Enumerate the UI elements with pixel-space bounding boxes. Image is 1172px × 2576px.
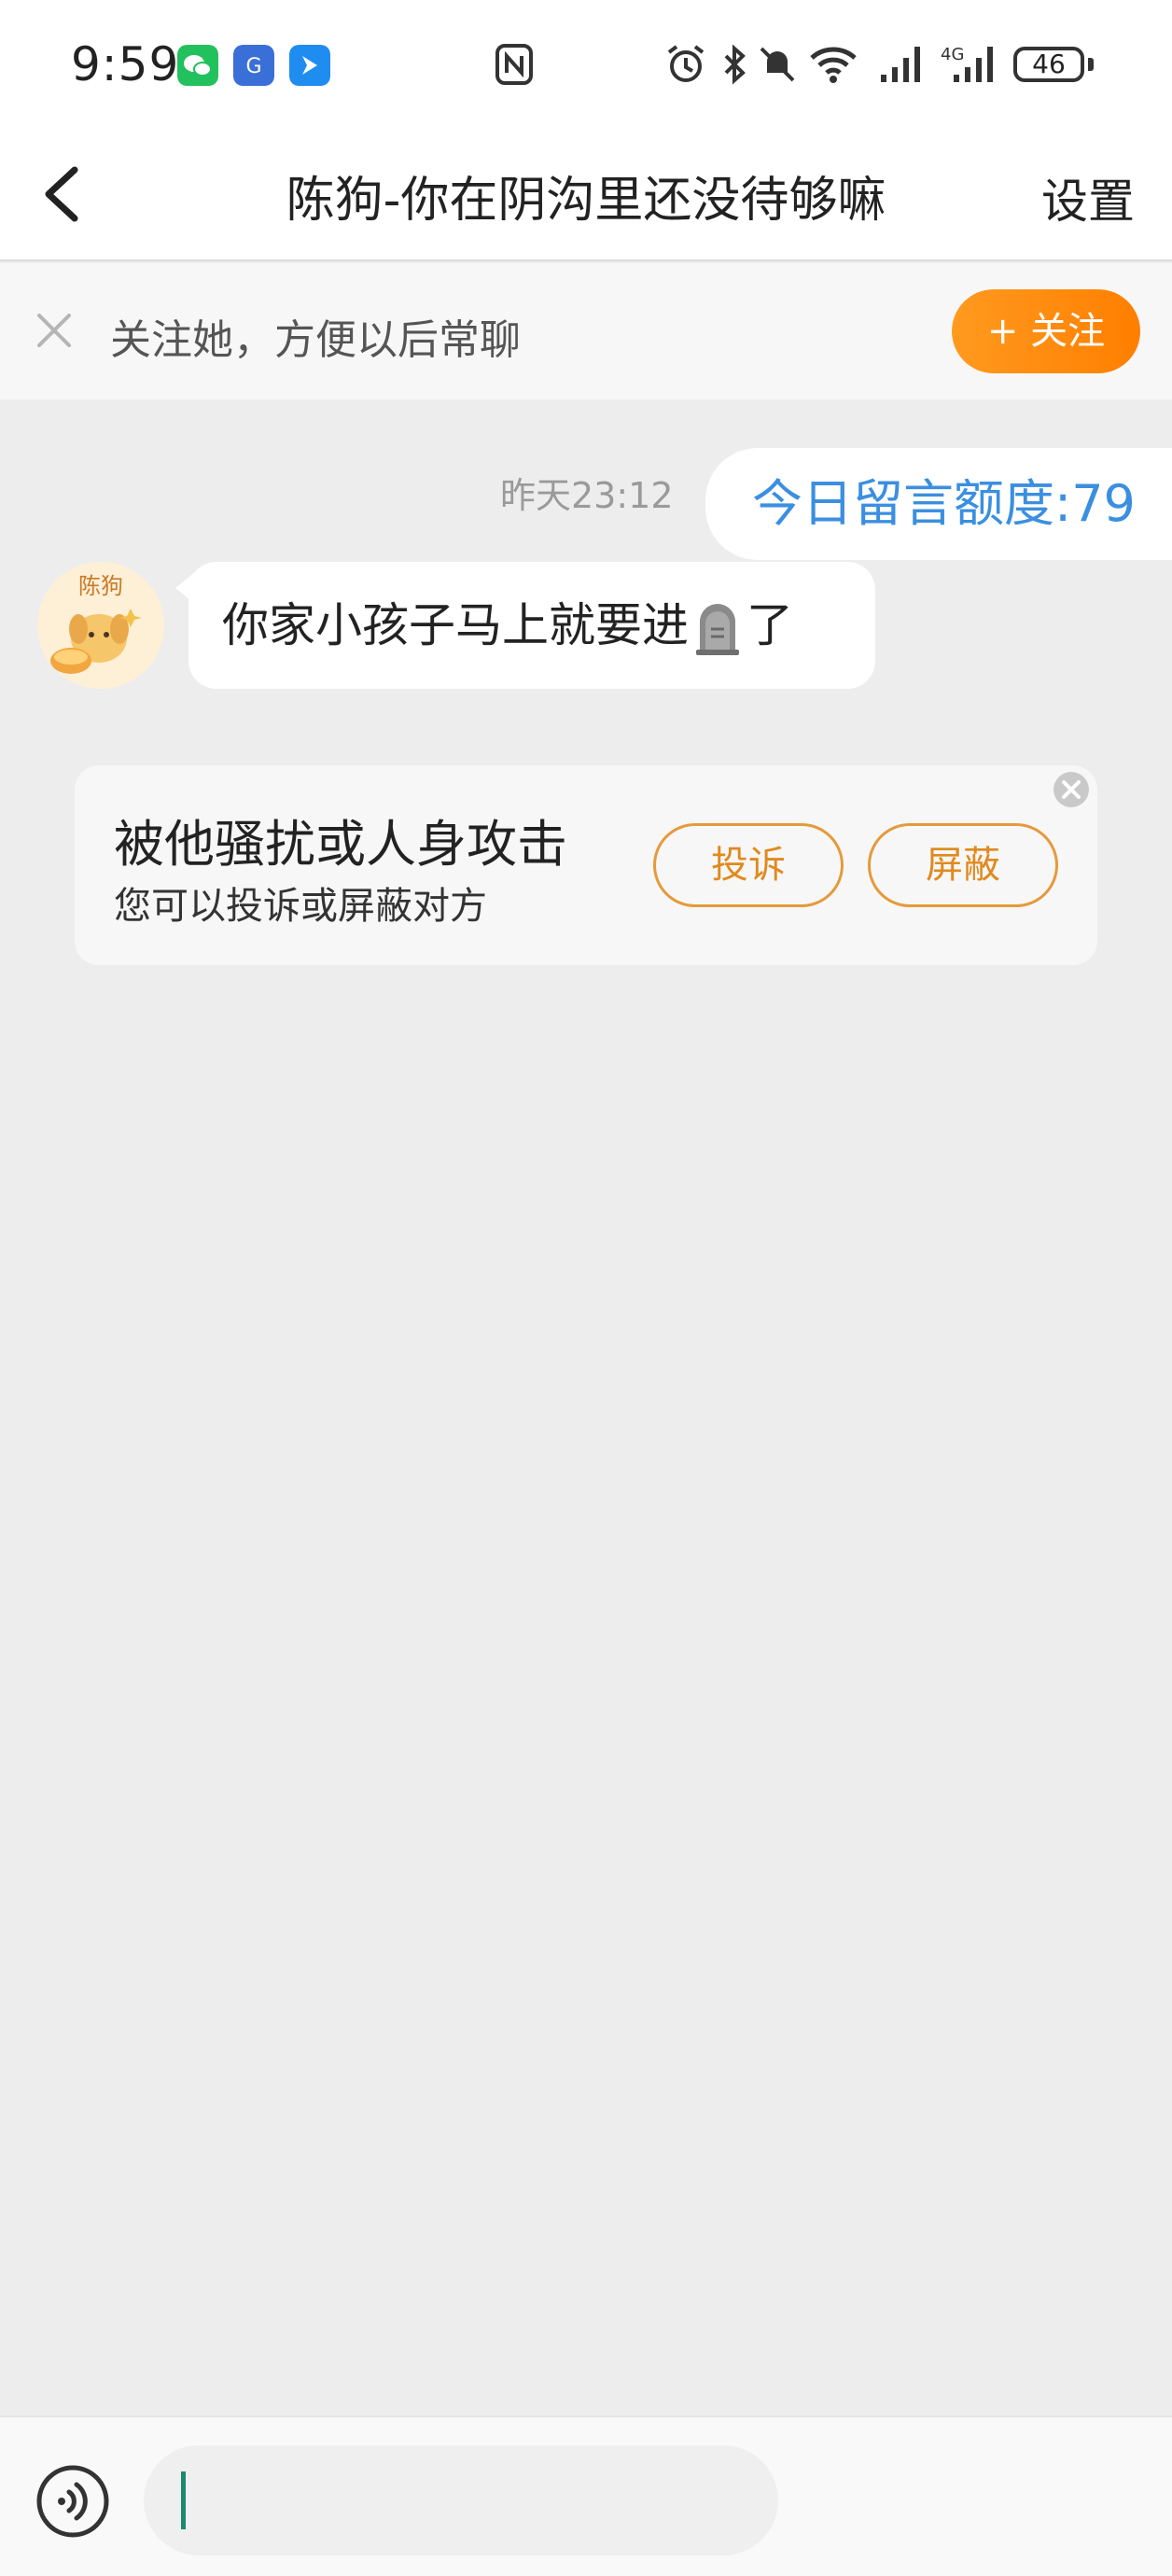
settings-button[interactable]: 设置	[1041, 164, 1135, 231]
messenger-icon	[289, 45, 330, 86]
status-bar: 9:59 G 4G 46	[0, 0, 1172, 133]
follow-button[interactable]: + 关注	[952, 289, 1140, 373]
page-title: 陈狗-你在阴沟里还没待够嘛	[286, 173, 886, 229]
chat-header: 陈狗-你在阴沟里还没待够嘛 设置	[0, 133, 1172, 261]
follow-hint-text: 关注她，方便以后常聊	[110, 316, 521, 364]
alarm-icon	[667, 45, 705, 82]
battery-indicator: 46	[1013, 47, 1084, 82]
bluetooth-icon	[724, 44, 746, 85]
message-input[interactable]	[144, 2445, 778, 2555]
wifi-icon	[810, 47, 857, 83]
nfc-icon	[495, 44, 533, 85]
input-bar	[0, 2415, 1172, 2576]
battery-tip	[1088, 58, 1094, 71]
voice-icon[interactable]	[35, 2464, 110, 2539]
block-button[interactable]: 屏蔽	[868, 823, 1058, 907]
close-icon[interactable]	[1051, 769, 1092, 810]
avatar-label: 陈狗	[78, 573, 123, 599]
signal-icon	[881, 47, 920, 82]
dog-avatar-icon: 陈狗	[37, 562, 164, 689]
text-cursor	[181, 2471, 186, 2529]
message-quota-bubble: 今日留言额度:79	[705, 448, 1172, 560]
svg-text:G: G	[245, 55, 261, 78]
wechat-icon	[177, 45, 218, 86]
close-icon[interactable]	[32, 308, 77, 353]
network-label: 4G	[941, 45, 964, 64]
message-text-after: 了	[746, 598, 793, 652]
message-timestamp: 昨天23:12	[500, 475, 674, 516]
chevron-left-icon[interactable]	[28, 157, 103, 231]
signal-4g-icon: 4G	[941, 45, 993, 82]
headstone-icon	[696, 603, 739, 655]
card-title: 被他骚扰或人身攻击	[114, 815, 567, 874]
app-icon: G	[233, 45, 274, 86]
follow-suggestion-bar: 关注她，方便以后常聊 + 关注	[0, 263, 1172, 399]
status-time: 9:59	[71, 37, 180, 91]
message-text-before: 你家小孩子马上就要进	[222, 598, 689, 652]
harassment-notice-card: 被他骚扰或人身攻击 您可以投诉或屏蔽对方 投诉 屏蔽	[75, 765, 1097, 965]
mute-icon	[760, 47, 795, 82]
card-subtitle: 您可以投诉或屏蔽对方	[114, 885, 487, 928]
incoming-message-bubble[interactable]: 你家小孩子马上就要进 了	[188, 562, 875, 689]
avatar[interactable]: 陈狗	[37, 562, 164, 689]
report-button[interactable]: 投诉	[653, 823, 844, 907]
